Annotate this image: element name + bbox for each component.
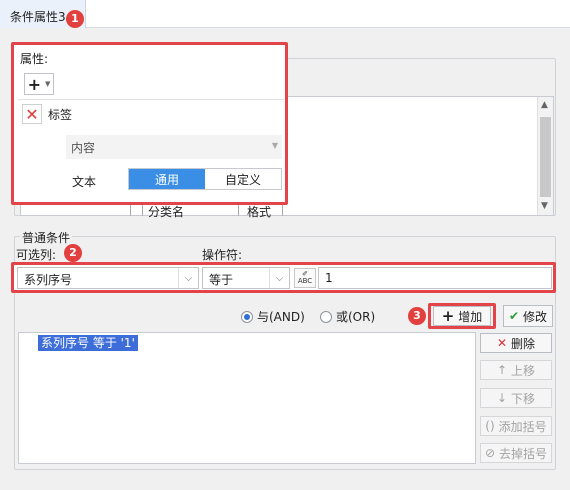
step-badge-3: 3	[408, 307, 426, 325]
column-label: 可选列:	[16, 248, 57, 262]
move-down-button[interactable]: ↓ 下移	[480, 388, 552, 408]
arrow-down-icon: ↓	[496, 391, 508, 405]
operator-label: 操作符:	[202, 248, 243, 262]
text-label: 文本	[72, 175, 97, 189]
arrow-up-icon: ↑	[496, 363, 508, 377]
formula-type-icon[interactable]: ✐ ABC	[294, 268, 316, 288]
paren-icon: ()	[485, 419, 495, 433]
add-icon: +	[27, 74, 41, 94]
modify-button-label: 修改	[523, 309, 548, 324]
seg-custom[interactable]: 自定义	[205, 169, 281, 189]
radio-and-label: 与(AND)	[257, 310, 305, 324]
remove-paren-icon: ⊘	[484, 446, 496, 460]
scroll-up-icon[interactable]: ▲	[541, 100, 548, 110]
content-select[interactable]: 内容 ▼	[66, 135, 282, 159]
chevron-down-icon: ▼	[271, 141, 278, 150]
operator-select-value: 等于	[209, 273, 234, 287]
column-select-value: 系列序号	[24, 273, 73, 287]
radio-and-circle[interactable]	[241, 310, 253, 323]
seg-general[interactable]: 通用	[129, 169, 205, 189]
radio-or-label: 或(OR)	[336, 310, 376, 324]
tab-title: 条件属性	[10, 10, 59, 24]
highlight-box-condition-row: 系列序号 ⌵ 等于 ⌵ ✐ ABC 1	[11, 262, 556, 293]
add-paren-button[interactable]: () 添加括号	[480, 416, 552, 436]
add-condition-button[interactable]: + 增加	[433, 306, 491, 326]
text-mode-segmented[interactable]: 通用 自定义	[128, 168, 282, 190]
dropdown-arrow-icon: ▼	[45, 80, 51, 88]
content-select-value: 内容	[71, 140, 96, 155]
scroll-thumb[interactable]	[540, 117, 551, 197]
remove-paren-button[interactable]: ⊘ 去掉括号	[480, 443, 552, 463]
column-header-format[interactable]: 格式	[247, 203, 271, 220]
move-down-label: 下移	[511, 391, 536, 406]
move-up-label: 上移	[511, 363, 536, 378]
modify-condition-button[interactable]: ✔ 修改	[503, 305, 553, 327]
condition-list-item[interactable]: 系列序号 等于 '1'	[38, 335, 138, 351]
highlight-box-properties: 属性: + ▼ ✕ 标签 内容 ▼ 文本 通用 自定义	[11, 42, 288, 205]
edit-icon: ✔	[508, 309, 520, 323]
scroll-down-icon[interactable]: ▼	[541, 201, 548, 211]
tab-suffix: 3	[58, 10, 66, 24]
radio-or[interactable]: 或(OR)	[320, 308, 375, 325]
delete-button-label: 删除	[511, 336, 536, 351]
tag-label: 标签	[48, 108, 73, 122]
move-up-button[interactable]: ↑ 上移	[480, 360, 552, 380]
conditions-list-panel: 系列序号 等于 '1'	[18, 332, 476, 464]
property-list-scrollbar[interactable]: ▲ ▼	[537, 97, 553, 215]
column-select[interactable]: 系列序号 ⌵	[17, 267, 199, 289]
delete-icon: ✕	[496, 336, 508, 350]
remove-paren-label: 去掉括号	[499, 446, 548, 461]
operator-select[interactable]: 等于 ⌵	[202, 267, 290, 289]
column-header-category[interactable]: 分类名	[148, 203, 184, 220]
add-paren-label: 添加括号	[498, 419, 547, 434]
step-badge-2: 2	[64, 244, 82, 262]
delete-condition-button[interactable]: ✕ 删除	[480, 333, 552, 353]
plus-icon: +	[441, 307, 455, 325]
add-property-button[interactable]: + ▼	[24, 73, 54, 95]
remove-property-icon[interactable]: ✕	[22, 104, 42, 124]
properties-label: 属性:	[20, 52, 49, 66]
divider	[18, 99, 284, 100]
condition-value-input[interactable]: 1	[318, 267, 552, 289]
chevron-down-icon[interactable]: ⌵	[178, 268, 198, 288]
step-badge-1: 1	[66, 10, 84, 28]
condition-group-label: 普通条件	[20, 229, 73, 246]
formula-icon-text: ABC	[297, 277, 313, 285]
add-button-label: 增加	[458, 309, 483, 324]
chevron-down-icon[interactable]: ⌵	[269, 268, 289, 288]
radio-or-circle[interactable]	[320, 310, 332, 323]
radio-and[interactable]: 与(AND)	[241, 308, 305, 325]
